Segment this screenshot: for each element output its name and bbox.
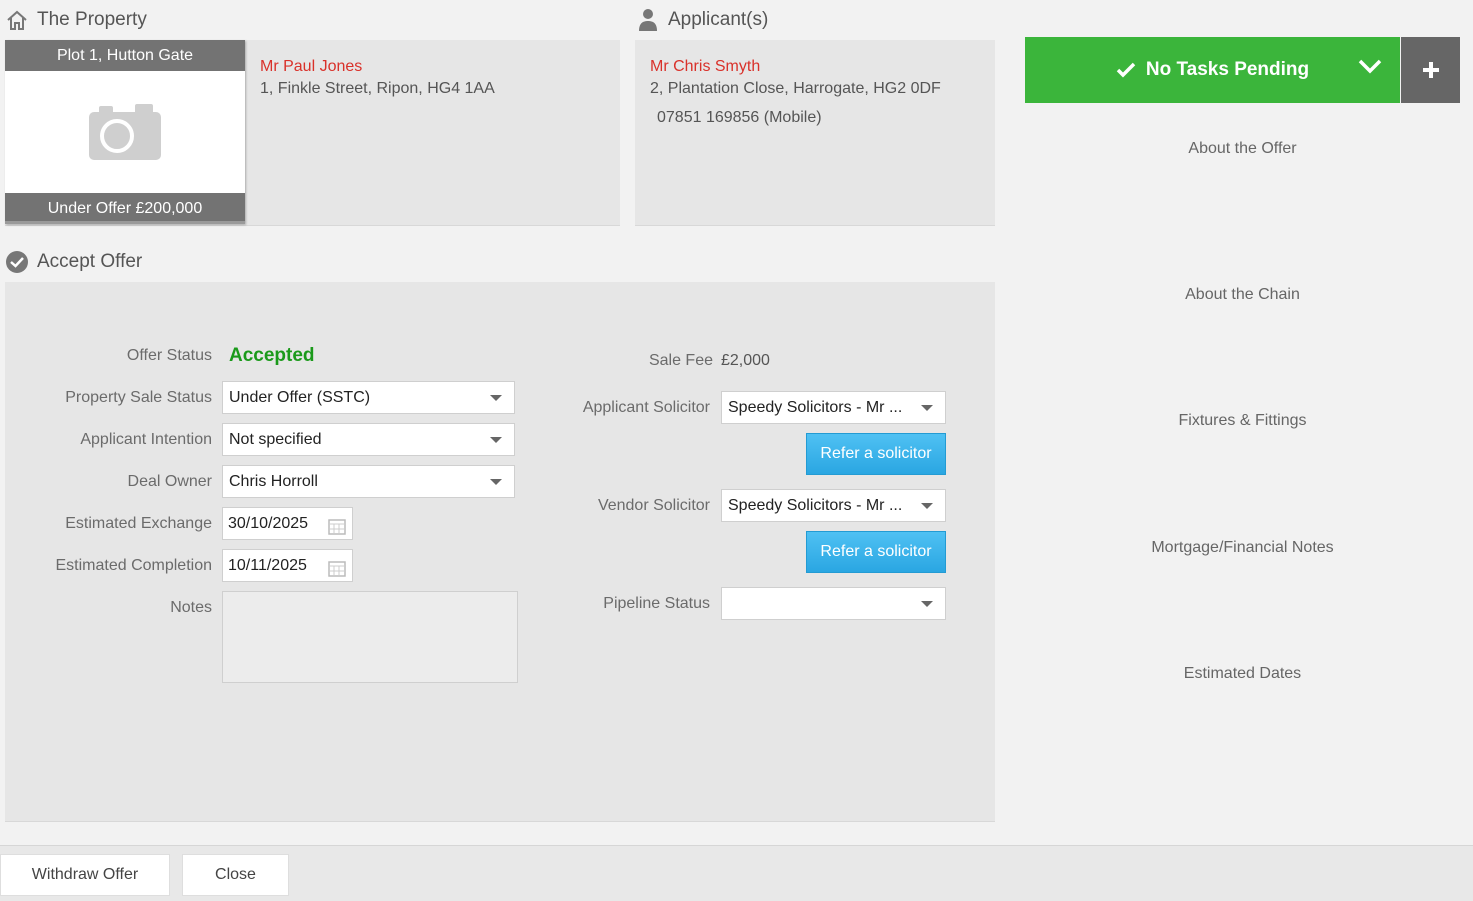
pipeline-status-select[interactable]: [721, 587, 946, 620]
property-section-header: The Property: [5, 8, 147, 32]
camera-icon: [5, 71, 245, 193]
caret-down-icon: [490, 479, 502, 485]
property-card-title: Plot 1, Hutton Gate: [5, 40, 245, 71]
offer-status-value: Accepted: [229, 345, 315, 366]
deal-owner-value: Chris Horroll: [229, 473, 318, 490]
property-section-title: The Property: [37, 9, 147, 30]
applicant-solicitor-label: Applicant Solicitor: [582, 399, 710, 416]
applicant-solicitor-select[interactable]: Speedy Solicitors - Mr ...: [721, 391, 946, 424]
estimated-exchange-label: Estimated Exchange: [65, 515, 212, 532]
property-sale-status-value: Under Offer (SSTC): [229, 389, 371, 406]
estimated-completion-input[interactable]: 10/11/2025: [222, 549, 353, 582]
offer-status-label: Offer Status: [126, 347, 212, 364]
vendor-solicitor-label: Vendor Solicitor: [597, 497, 710, 514]
applicant-intention-select[interactable]: Not specified: [222, 423, 515, 456]
applicant-intention-label: Applicant Intention: [80, 431, 212, 448]
property-card[interactable]: Plot 1, Hutton Gate Under Offer £200,000: [5, 40, 245, 224]
caret-down-icon: [921, 601, 933, 607]
property-card-status: Under Offer £200,000: [5, 193, 245, 224]
caret-down-icon: [921, 503, 933, 509]
applicant-solicitor-value: Speedy Solicitors - Mr ...: [728, 399, 903, 416]
estimated-completion-label: Estimated Completion: [55, 557, 212, 574]
sidebar-item-fixtures[interactable]: Fixtures & Fittings: [1025, 412, 1460, 430]
applicant-phone: 07851 169856 (Mobile): [657, 109, 822, 126]
sidebar-item-about-offer[interactable]: About the Offer: [1025, 140, 1460, 158]
sidebar-item-about-chain[interactable]: About the Chain: [1025, 286, 1460, 304]
applicant-name-link[interactable]: Mr Chris Smyth: [650, 58, 760, 76]
caret-down-icon: [490, 395, 502, 401]
estimated-exchange-input[interactable]: 30/10/2025: [222, 507, 353, 540]
person-icon: [636, 8, 660, 32]
property-sale-status-select[interactable]: Under Offer (SSTC): [222, 381, 515, 414]
vendor-solicitor-value: Speedy Solicitors - Mr ...: [728, 497, 903, 514]
home-icon: [5, 8, 29, 32]
tasks-dropdown-button[interactable]: No Tasks Pending: [1025, 37, 1400, 103]
pipeline-status-label: Pipeline Status: [603, 595, 710, 612]
add-task-button[interactable]: [1401, 37, 1460, 103]
estimated-completion-value: 10/11/2025: [228, 557, 307, 574]
property-sale-status-label: Property Sale Status: [65, 389, 212, 406]
plus-icon: [1422, 61, 1440, 79]
vendor-name-link[interactable]: Mr Paul Jones: [260, 58, 362, 76]
applicants-section-title: Applicant(s): [668, 9, 769, 30]
refer-vendor-solicitor-button[interactable]: Refer a solicitor: [806, 531, 946, 573]
sidebar-item-estimated-dates[interactable]: Estimated Dates: [1025, 665, 1460, 683]
estimated-exchange-value: 30/10/2025: [228, 515, 309, 532]
accept-offer-header: Accept Offer: [5, 250, 142, 274]
deal-owner-label: Deal Owner: [127, 473, 212, 490]
vendor-solicitor-select[interactable]: Speedy Solicitors - Mr ...: [721, 489, 946, 522]
applicant-address: 2, Plantation Close, Harrogate, HG2 0DF: [650, 80, 941, 97]
sale-fee-label: Sale Fee: [648, 352, 713, 369]
refer-applicant-solicitor-button[interactable]: Refer a solicitor: [806, 433, 946, 475]
notes-label: Notes: [170, 599, 212, 616]
close-button[interactable]: Close: [182, 854, 289, 896]
applicants-section-header: Applicant(s): [636, 8, 768, 32]
caret-down-icon: [921, 405, 933, 411]
chevron-down-icon: [1358, 58, 1382, 80]
sale-fee-value: £2,000: [721, 352, 770, 369]
tasks-label: No Tasks Pending: [1145, 59, 1310, 80]
accept-offer-title: Accept Offer: [37, 251, 143, 272]
sidebar-item-mortgage[interactable]: Mortgage/Financial Notes: [1025, 539, 1460, 557]
calendar-icon[interactable]: [328, 557, 346, 588]
applicant-intention-value: Not specified: [229, 431, 322, 448]
vendor-address: 1, Finkle Street, Ripon, HG4 1AA: [260, 80, 495, 97]
deal-owner-select[interactable]: Chris Horroll: [222, 465, 515, 498]
withdraw-offer-button[interactable]: Withdraw Offer: [0, 854, 170, 896]
notes-textarea[interactable]: [222, 591, 518, 683]
check-circle-icon: [5, 250, 29, 274]
caret-down-icon: [490, 437, 502, 443]
check-icon: [1116, 62, 1136, 78]
calendar-icon[interactable]: [328, 515, 346, 546]
